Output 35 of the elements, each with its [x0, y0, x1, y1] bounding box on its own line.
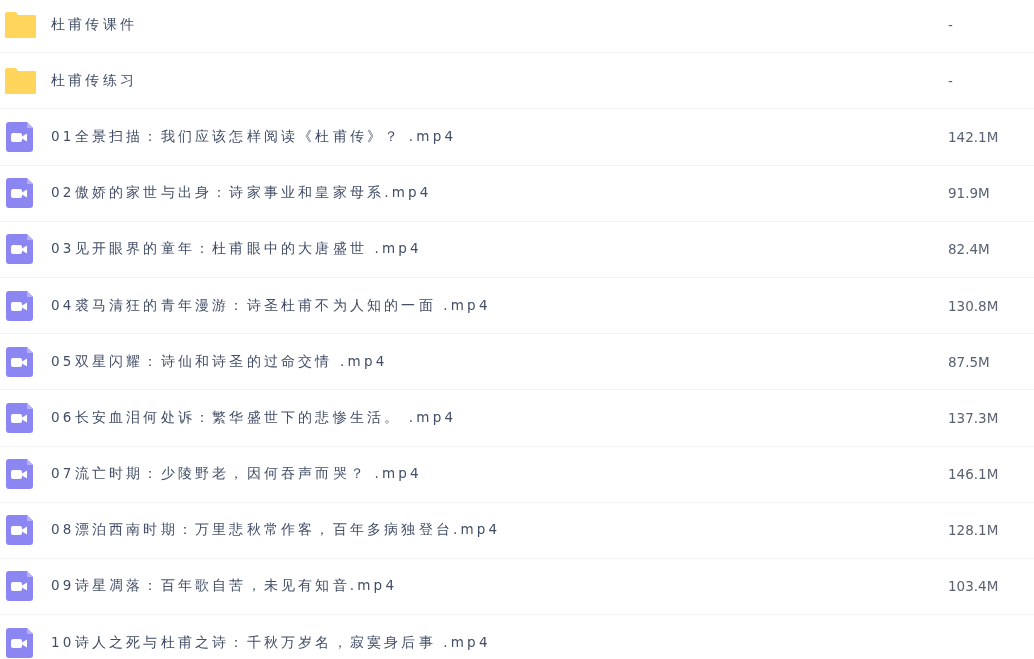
video-file-icon: [6, 402, 33, 433]
video-file-icon: [6, 515, 33, 546]
file-size: -: [948, 72, 953, 89]
file-size: 142.1M: [948, 128, 999, 145]
video-file-icon: [6, 346, 33, 377]
file-name[interactable]: 06长安血泪何处诉：繁华盛世下的悲惨生活。 .mp4: [51, 408, 457, 427]
file-name[interactable]: 07流亡时期：少陵野老，因何吞声而哭？ .mp4: [51, 465, 422, 484]
file-name[interactable]: 杜甫传练习: [51, 71, 137, 90]
file-name[interactable]: 09诗星凋落：百年歌自苦，未见有知音.mp4: [51, 577, 398, 596]
video-file-icon: [6, 571, 33, 602]
file-name[interactable]: 05双星闪耀：诗仙和诗圣的过命交情 .mp4: [51, 352, 388, 371]
file-name[interactable]: 04裘马清狂的青年漫游：诗圣杜甫不为人知的一面 .mp4: [51, 296, 491, 315]
file-size: 130.8M: [948, 297, 999, 314]
file-name[interactable]: 杜甫传课件: [51, 15, 137, 34]
file-name[interactable]: 02傲娇的家世与出身：诗家事业和皇家母系.mp4: [51, 184, 432, 203]
file-name[interactable]: 08漂泊西南时期：万里悲秋常作客，百年多病独登台.mp4: [51, 521, 501, 540]
video-file-icon: [6, 459, 33, 490]
file-size: 87.5M: [948, 353, 990, 370]
video-file-icon: [6, 627, 33, 658]
folder-icon: [4, 10, 37, 39]
file-size: 103.4M: [948, 578, 999, 595]
file-size: 137.3M: [948, 409, 999, 426]
file-name[interactable]: 03见开眼界的童年：杜甫眼中的大唐盛世 .mp4: [51, 240, 422, 259]
file-size: -: [948, 16, 953, 33]
file-size: 128.1M: [948, 522, 999, 539]
file-size: 91.9M: [948, 185, 990, 202]
video-file-icon: [6, 178, 33, 209]
video-file-icon: [6, 234, 33, 265]
file-name[interactable]: 01全景扫描：我们应该怎样阅读《杜甫传》？ .mp4: [51, 127, 457, 146]
video-file-icon: [6, 121, 33, 152]
folder-icon: [4, 66, 37, 95]
file-size: 146.1M: [948, 466, 999, 483]
file-size: 82.4M: [948, 241, 990, 258]
video-file-icon: [6, 290, 33, 321]
file-name[interactable]: 10诗人之死与杜甫之诗：千秋万岁名，寂寞身后事 .mp4: [51, 633, 491, 652]
